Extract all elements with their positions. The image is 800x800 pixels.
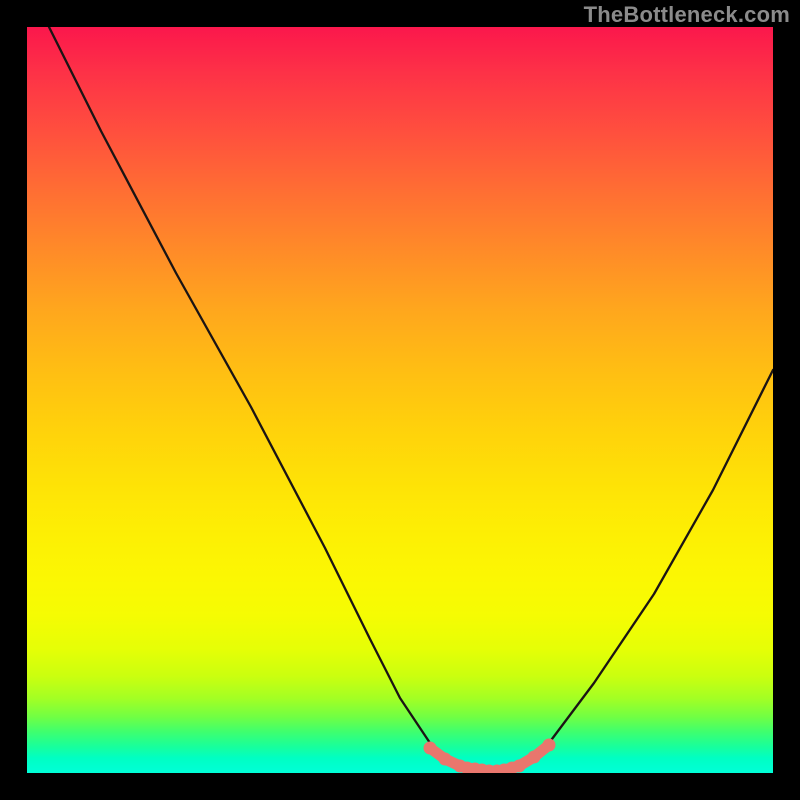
bottleneck-chart: TheBottleneck.com: [0, 0, 800, 800]
highlight-markers: [424, 739, 556, 774]
curve-layer: [27, 27, 773, 773]
bottleneck-curve-line: [49, 27, 773, 773]
plot-area: [27, 27, 773, 773]
watermark-label: TheBottleneck.com: [584, 2, 790, 28]
